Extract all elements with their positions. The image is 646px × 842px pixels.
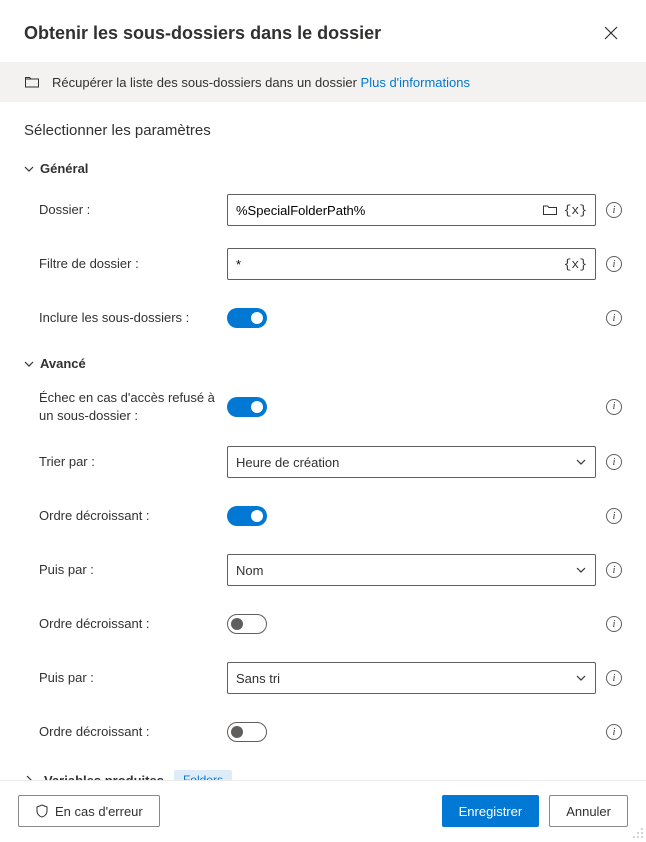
shield-icon (35, 804, 49, 818)
field-fail-denied: Échec en cas d'accès refusé à un sous-do… (39, 389, 622, 424)
field-label: Inclure les sous-dossiers : (39, 309, 227, 327)
filter-input[interactable] (236, 257, 564, 272)
variable-picker-icon[interactable]: {x} (564, 203, 587, 218)
field-label: Ordre décroissant : (39, 615, 227, 633)
info-icon[interactable]: i (606, 399, 622, 415)
field-include-subfolders: Inclure les sous-dossiers : i (39, 302, 622, 334)
field-label: Dossier : (39, 201, 227, 219)
group-general-content: Dossier : {x} i Filtre de dossier : (24, 194, 622, 334)
field-label: Puis par : (39, 669, 227, 687)
field-desc2: Ordre décroissant : i (39, 608, 622, 640)
group-label: Général (40, 161, 88, 176)
select-value: Sans tri (236, 671, 280, 686)
field-sort-by: Trier par : Heure de création i (39, 446, 622, 478)
resize-grip[interactable] (632, 827, 644, 839)
on-error-button[interactable]: En cas d'erreur (18, 795, 160, 827)
info-icon[interactable]: i (606, 310, 622, 326)
chevron-down-icon (24, 359, 34, 369)
info-icon[interactable]: i (606, 202, 622, 218)
variables-produced-label: Variables produites (44, 773, 164, 780)
group-label: Avancé (40, 356, 86, 371)
folder-input-wrapper: {x} (227, 194, 596, 226)
info-icon[interactable]: i (606, 562, 622, 578)
field-label: Ordre décroissant : (39, 507, 227, 525)
info-bar: Récupérer la liste des sous-dossiers dan… (0, 62, 646, 102)
save-button[interactable]: Enregistrer (442, 795, 540, 827)
group-header-general[interactable]: Général (24, 161, 622, 176)
folder-outline-icon (24, 74, 40, 90)
chevron-down-icon (575, 564, 587, 576)
variable-picker-icon[interactable]: {x} (564, 257, 587, 272)
dialog: Obtenir les sous-dossiers dans le dossie… (0, 0, 646, 841)
folder-input[interactable] (236, 203, 542, 218)
desc3-toggle[interactable] (227, 722, 267, 742)
fail-on-denied-toggle[interactable] (227, 397, 267, 417)
close-button[interactable] (600, 22, 622, 44)
include-subfolders-toggle[interactable] (227, 308, 267, 328)
field-folder: Dossier : {x} i (39, 194, 622, 226)
field-label: Échec en cas d'accès refusé à un sous-do… (39, 389, 227, 424)
more-info-link[interactable]: Plus d'informations (361, 75, 470, 90)
chevron-down-icon (24, 164, 34, 174)
info-icon[interactable]: i (606, 508, 622, 524)
info-icon[interactable]: i (606, 616, 622, 632)
field-desc3: Ordre décroissant : i (39, 716, 622, 748)
dialog-header: Obtenir les sous-dossiers dans le dossie… (0, 0, 646, 62)
select-value: Nom (236, 563, 263, 578)
dialog-title: Obtenir les sous-dossiers dans le dossie… (24, 23, 381, 44)
sort-by-select[interactable]: Heure de création (227, 446, 596, 478)
content-area: Sélectionner les paramètres Général Doss… (0, 102, 646, 780)
cancel-button[interactable]: Annuler (549, 795, 628, 827)
variable-badge[interactable]: Folders (174, 770, 232, 780)
field-filter: Filtre de dossier : {x} i (39, 248, 622, 280)
variables-produced-row[interactable]: Variables produites Folders (24, 770, 622, 780)
info-icon[interactable]: i (606, 724, 622, 740)
info-text: Récupérer la liste des sous-dossiers dan… (52, 75, 470, 90)
dialog-footer: En cas d'erreur Enregistrer Annuler (0, 780, 646, 841)
field-then-by2: Puis par : Sans tri i (39, 662, 622, 694)
field-then-by1: Puis par : Nom i (39, 554, 622, 586)
info-icon[interactable]: i (606, 454, 622, 470)
field-label: Trier par : (39, 453, 227, 471)
field-label: Filtre de dossier : (39, 255, 227, 273)
field-desc1: Ordre décroissant : i (39, 500, 622, 532)
folder-browse-icon[interactable] (542, 202, 558, 218)
then-by2-select[interactable]: Sans tri (227, 662, 596, 694)
then-by1-select[interactable]: Nom (227, 554, 596, 586)
info-icon[interactable]: i (606, 256, 622, 272)
select-value: Heure de création (236, 455, 339, 470)
chevron-right-icon (24, 773, 34, 780)
chevron-down-icon (575, 456, 587, 468)
info-icon[interactable]: i (606, 670, 622, 686)
filter-input-wrapper: {x} (227, 248, 596, 280)
close-icon (604, 26, 618, 40)
desc2-toggle[interactable] (227, 614, 267, 634)
field-label: Puis par : (39, 561, 227, 579)
desc1-toggle[interactable] (227, 506, 267, 526)
group-advanced-content: Échec en cas d'accès refusé à un sous-do… (24, 389, 622, 748)
chevron-down-icon (575, 672, 587, 684)
section-title: Sélectionner les paramètres (24, 122, 622, 139)
group-header-advanced[interactable]: Avancé (24, 356, 622, 371)
field-label: Ordre décroissant : (39, 723, 227, 741)
